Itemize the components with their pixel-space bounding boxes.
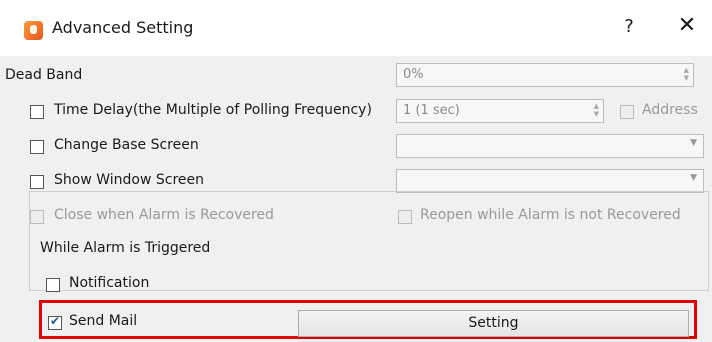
notification-checkbox[interactable]	[46, 278, 60, 292]
time-delay-spinbox[interactable]: 1 (1 sec) ▲ ▼	[396, 99, 604, 123]
show-window-screen-label: Show Window Screen	[54, 172, 205, 188]
address-label: Address	[642, 102, 698, 118]
spinner-arrows-icon[interactable]: ▲ ▼	[684, 66, 689, 82]
notification-label: Notification	[69, 275, 150, 291]
chevron-down-icon[interactable]: ▼	[690, 173, 697, 183]
spinner-arrows-icon[interactable]: ▲ ▼	[594, 102, 599, 118]
time-delay-label: Time Delay(the Multiple of Polling Frequ…	[54, 102, 372, 118]
send-mail-checkbox[interactable]	[48, 314, 62, 330]
window-title: Advanced Setting	[52, 18, 194, 37]
dead-band-label: Dead Band	[5, 67, 83, 83]
close-button[interactable]: ✕	[676, 13, 698, 38]
app-logo-icon	[24, 21, 43, 40]
groupbox-title: While Alarm is Triggered	[37, 240, 214, 256]
dead-band-value: 0%	[403, 67, 424, 82]
title-bar: Advanced Setting ? ✕	[0, 0, 712, 56]
time-delay-value: 1 (1 sec)	[403, 103, 460, 118]
chevron-down-icon[interactable]: ▼	[690, 138, 697, 148]
show-window-screen-dropdown[interactable]: ▼	[396, 169, 704, 193]
setting-button[interactable]: Setting	[298, 310, 689, 337]
time-delay-checkbox[interactable]	[30, 105, 44, 119]
address-checkbox[interactable]	[620, 105, 634, 119]
send-mail-label: Send Mail	[69, 313, 138, 329]
dead-band-spinbox[interactable]: 0% ▲ ▼	[396, 63, 694, 87]
change-base-screen-label: Change Base Screen	[54, 137, 199, 153]
change-base-screen-dropdown[interactable]: ▼	[396, 134, 704, 158]
change-base-screen-checkbox[interactable]	[30, 140, 44, 154]
help-button[interactable]: ?	[620, 16, 638, 37]
show-window-screen-checkbox[interactable]	[30, 175, 44, 189]
